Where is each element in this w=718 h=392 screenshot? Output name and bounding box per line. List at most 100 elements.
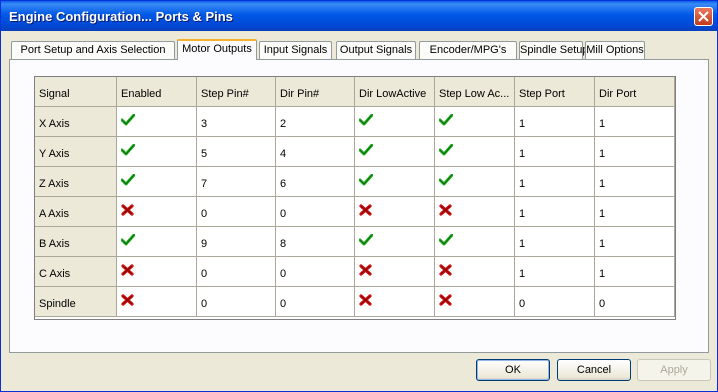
- cell-value: 2: [280, 118, 287, 130]
- cell-step-pin[interactable]: 5: [197, 137, 276, 167]
- apply-button[interactable]: Apply: [637, 359, 711, 381]
- cross-icon: [439, 294, 452, 306]
- cell-dir-pin[interactable]: 0: [276, 287, 355, 317]
- col-header-step-port: Step Port: [515, 77, 595, 107]
- cell-step-pin[interactable]: 9: [197, 227, 276, 257]
- tab-mill-options[interactable]: Mill Options: [585, 41, 645, 59]
- cell-dir-pin[interactable]: 0: [276, 257, 355, 287]
- title-bar[interactable]: Engine Configuration... Ports & Pins: [1, 1, 717, 31]
- tab-motor-outputs[interactable]: Motor Outputs: [177, 39, 257, 60]
- cell-value: 4: [280, 148, 287, 160]
- cell-value: 1: [519, 118, 526, 130]
- check-icon: [439, 174, 453, 186]
- close-button[interactable]: [694, 7, 713, 26]
- cell-enabled[interactable]: [117, 227, 197, 257]
- cell-step-port[interactable]: 1: [515, 167, 595, 197]
- cell-dir-port[interactable]: 1: [595, 257, 675, 287]
- cell-dir-port[interactable]: 1: [595, 167, 675, 197]
- cell-step-low[interactable]: [435, 107, 515, 137]
- check-icon: [121, 114, 135, 126]
- cell-dir-port[interactable]: 1: [595, 137, 675, 167]
- tab-output-signals[interactable]: Output Signals: [336, 41, 416, 59]
- col-header-dir-pin: Dir Pin#: [276, 77, 355, 107]
- cell-step-port[interactable]: 1: [515, 107, 595, 137]
- cell-dir-low[interactable]: [355, 167, 435, 197]
- check-icon: [359, 144, 373, 156]
- cell-dir-port[interactable]: 1: [595, 227, 675, 257]
- cell-step-port[interactable]: 1: [515, 227, 595, 257]
- cell-value: 0: [519, 298, 526, 310]
- check-icon: [439, 144, 453, 156]
- cell-value: 6: [280, 178, 287, 190]
- cell-enabled[interactable]: [117, 137, 197, 167]
- cell-dir-pin[interactable]: 2: [276, 107, 355, 137]
- cell-step-low[interactable]: [435, 197, 515, 227]
- cell-enabled[interactable]: [117, 257, 197, 287]
- row-header-spindle: Spindle: [35, 287, 117, 317]
- cell-step-low[interactable]: [435, 287, 515, 317]
- window-title: Engine Configuration... Ports & Pins: [9, 9, 233, 24]
- cell-value: 3: [201, 118, 208, 130]
- cancel-button[interactable]: Cancel: [557, 359, 631, 381]
- col-header-step-low-active: Step Low Ac...: [435, 77, 515, 107]
- cell-step-pin[interactable]: 7: [197, 167, 276, 197]
- check-icon: [439, 114, 453, 126]
- cell-dir-low[interactable]: [355, 137, 435, 167]
- cell-value: 0: [280, 208, 287, 220]
- cell-value: 0: [599, 298, 606, 310]
- cell-step-port[interactable]: 0: [515, 287, 595, 317]
- cell-enabled[interactable]: [117, 167, 197, 197]
- cell-dir-port[interactable]: 0: [595, 287, 675, 317]
- row-header-y-axis: Y Axis: [35, 137, 117, 167]
- cell-step-pin[interactable]: 0: [197, 287, 276, 317]
- cell-step-low[interactable]: [435, 257, 515, 287]
- cell-value: 1: [599, 178, 606, 190]
- cell-dir-port[interactable]: 1: [595, 197, 675, 227]
- cell-dir-pin[interactable]: 6: [276, 167, 355, 197]
- check-icon: [121, 174, 135, 186]
- cell-step-port[interactable]: 1: [515, 257, 595, 287]
- cell-value: 0: [201, 268, 208, 280]
- cell-dir-low[interactable]: [355, 107, 435, 137]
- cell-dir-low[interactable]: [355, 197, 435, 227]
- cell-dir-low[interactable]: [355, 257, 435, 287]
- cell-dir-pin[interactable]: 4: [276, 137, 355, 167]
- cell-step-pin[interactable]: 3: [197, 107, 276, 137]
- tab-encoder-mpg[interactable]: Encoder/MPG's: [419, 41, 517, 59]
- cell-step-port[interactable]: 1: [515, 197, 595, 227]
- cross-icon: [359, 294, 372, 306]
- cross-icon: [121, 204, 134, 216]
- cell-value: 1: [519, 238, 526, 250]
- cell-dir-pin[interactable]: 0: [276, 197, 355, 227]
- cell-enabled[interactable]: [117, 287, 197, 317]
- cell-dir-low[interactable]: [355, 227, 435, 257]
- cell-step-pin[interactable]: 0: [197, 257, 276, 287]
- check-icon: [359, 234, 373, 246]
- col-header-enabled: Enabled: [117, 77, 197, 107]
- cell-enabled[interactable]: [117, 107, 197, 137]
- tab-port-setup[interactable]: Port Setup and Axis Selection: [11, 41, 175, 59]
- cross-icon: [439, 264, 452, 276]
- ok-button[interactable]: OK: [476, 359, 550, 381]
- tab-spindle-setup[interactable]: Spindle Setup: [519, 41, 589, 59]
- cell-step-low[interactable]: [435, 137, 515, 167]
- cell-value: 1: [599, 208, 606, 220]
- tab-input-signals[interactable]: Input Signals: [259, 41, 332, 59]
- cell-step-port[interactable]: 1: [515, 137, 595, 167]
- cross-icon: [121, 264, 134, 276]
- dialog-window: Engine Configuration... Ports & Pins Por…: [0, 0, 718, 392]
- cell-dir-low[interactable]: [355, 287, 435, 317]
- cell-step-pin[interactable]: 0: [197, 197, 276, 227]
- cell-dir-port[interactable]: 1: [595, 107, 675, 137]
- cell-step-low[interactable]: [435, 227, 515, 257]
- cell-step-low[interactable]: [435, 167, 515, 197]
- row-header-x-axis: X Axis: [35, 107, 117, 137]
- cross-icon: [359, 204, 372, 216]
- cell-dir-pin[interactable]: 8: [276, 227, 355, 257]
- check-icon: [359, 174, 373, 186]
- cell-value: 1: [519, 208, 526, 220]
- cell-value: 9: [201, 238, 208, 250]
- col-header-signal: Signal: [35, 77, 117, 107]
- cell-enabled[interactable]: [117, 197, 197, 227]
- cell-value: 1: [519, 178, 526, 190]
